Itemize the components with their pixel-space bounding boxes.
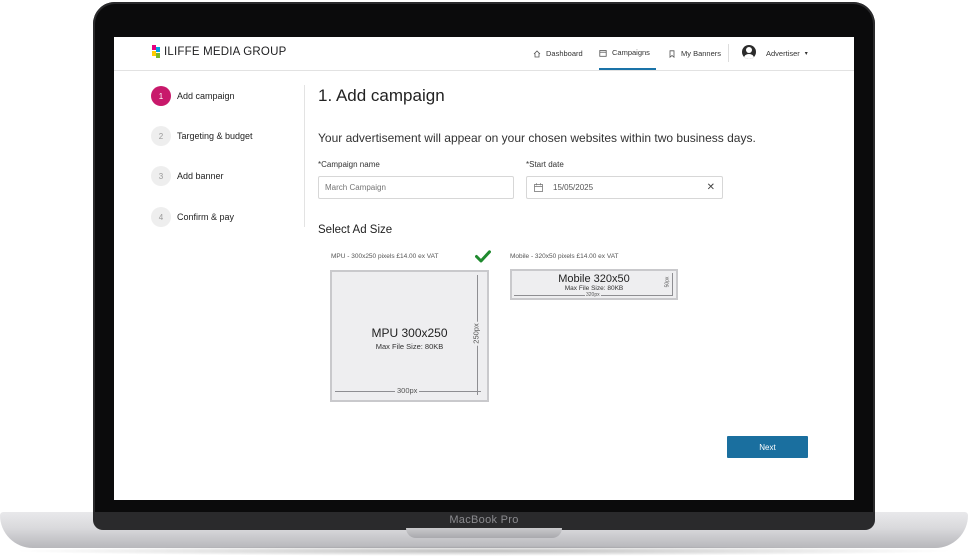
ad-option-mobile-filesize: Max File Size: 80KB xyxy=(564,285,624,292)
clear-icon[interactable]: ✕ xyxy=(707,182,715,193)
ad-option-mpu-filesize: Max File Size: 80KB xyxy=(375,342,444,351)
nav-dashboard[interactable]: Dashboard xyxy=(533,37,583,70)
start-date-label: *Start date xyxy=(526,160,564,169)
ad-option-mpu[interactable]: MPU 300x250 Max File Size: 80KB 300px 25… xyxy=(330,270,489,402)
step-number: 3 xyxy=(151,166,171,186)
step-number: 2 xyxy=(151,126,171,146)
step-add-banner[interactable]: 3 Add banner xyxy=(151,166,224,186)
campaign-name-label: *Campaign name xyxy=(318,160,380,169)
logo-text: ILIFFE MEDIA GROUP xyxy=(164,45,287,58)
caret-down-icon: ▾ xyxy=(804,51,808,57)
width-dimension-label: 320px xyxy=(585,292,601,298)
laptop-notch xyxy=(406,528,562,538)
brand-logo[interactable]: ILIFFE MEDIA GROUP xyxy=(152,45,286,58)
step-number: 4 xyxy=(151,207,171,227)
step-label: Targeting & budget xyxy=(177,131,253,141)
step-targeting-budget[interactable]: 2 Targeting & budget xyxy=(151,126,253,146)
height-dimension-label: 250px xyxy=(471,321,481,346)
nav-campaigns[interactable]: Campaigns xyxy=(599,37,656,70)
app-screen: ILIFFE MEDIA GROUP Dashboard Campaigns M… xyxy=(114,37,854,500)
ad-option-mpu-name: MPU 300x250 xyxy=(371,326,448,340)
nav-divider xyxy=(728,44,729,62)
height-dimension-line xyxy=(672,273,673,296)
height-dimension-label: 50px xyxy=(664,276,671,288)
step-label: Add banner xyxy=(177,171,224,181)
user-menu[interactable]: Advertiser ▾ xyxy=(766,37,808,70)
laptop-brand-label: MacBook Pro xyxy=(449,514,519,526)
step-add-campaign[interactable]: 1 Add campaign xyxy=(151,86,235,106)
intro-text: Your advertisement will appear on your c… xyxy=(318,131,756,145)
start-date-field[interactable]: 15/05/2025 ✕ xyxy=(526,176,723,199)
home-icon xyxy=(533,49,541,58)
logo-mark-icon xyxy=(152,45,161,58)
calendar-icon[interactable] xyxy=(534,183,543,192)
start-date-value: 15/05/2025 xyxy=(553,183,594,192)
width-dimension-label: 300px xyxy=(395,386,420,395)
top-navigation: ILIFFE MEDIA GROUP Dashboard Campaigns M… xyxy=(114,37,854,71)
next-button[interactable]: Next xyxy=(727,436,808,458)
step-label: Add campaign xyxy=(177,91,235,101)
ad-size-title: Select Ad Size xyxy=(318,224,393,236)
campaign-name-input[interactable] xyxy=(318,176,514,199)
nav-campaigns-label: Campaigns xyxy=(612,48,650,57)
nav-my-banners-label: My Banners xyxy=(681,49,722,58)
step-confirm-pay[interactable]: 4 Confirm & pay xyxy=(151,207,234,227)
nav-my-banners[interactable]: My Banners xyxy=(668,37,721,70)
ad-option-mobile-name: Mobile 320x50 xyxy=(558,273,630,285)
user-menu-label: Advertiser xyxy=(766,49,800,58)
ad-option-mpu-caption: MPU - 300x250 pixels £14.00 ex VAT xyxy=(331,253,439,260)
page-title: 1. Add campaign xyxy=(318,86,445,105)
ad-option-mobile[interactable]: Mobile 320x50 Max File Size: 80KB 320px … xyxy=(510,269,678,300)
user-avatar-icon[interactable] xyxy=(742,45,756,59)
step-number: 1 xyxy=(151,86,171,106)
sidebar-divider xyxy=(304,85,305,227)
selected-check-icon xyxy=(475,250,491,268)
step-label: Confirm & pay xyxy=(177,212,235,222)
ad-option-mobile-caption: Mobile - 320x50 pixels £14.00 ex VAT xyxy=(510,253,619,260)
calendar-icon xyxy=(599,49,607,57)
laptop-shadow xyxy=(10,546,958,556)
bookmark-icon xyxy=(668,49,676,58)
nav-dashboard-label: Dashboard xyxy=(546,49,583,58)
